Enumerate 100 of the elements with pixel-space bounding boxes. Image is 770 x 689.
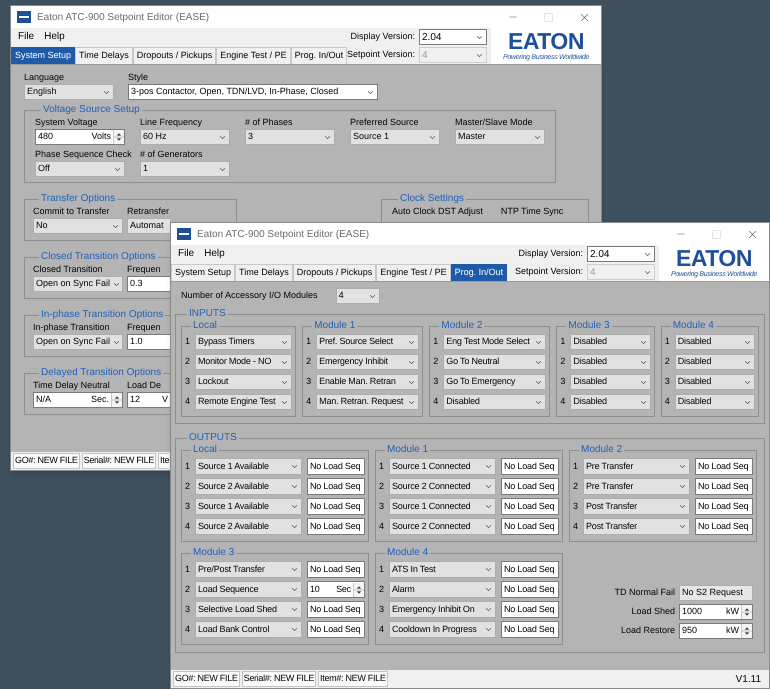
tab[interactable]: Dropouts / Pickups — [132, 47, 216, 64]
dropdown[interactable]: Pre Transfer — [583, 478, 690, 495]
text-field[interactable]: No Load Seq — [501, 561, 559, 578]
dropdown[interactable]: 2.04 — [419, 29, 487, 45]
text-field[interactable]: No Load Seq — [501, 601, 559, 618]
text-field[interactable]: No Load Seq — [307, 498, 365, 515]
dropdown[interactable]: Enable Man. Retran — [316, 374, 420, 390]
dropdown[interactable]: Master — [455, 129, 545, 145]
dropdown[interactable]: Source 2 Available — [195, 478, 302, 495]
spin-field[interactable]: 12 V — [127, 392, 170, 408]
tab[interactable]: System Setup — [11, 47, 76, 64]
tab[interactable]: Dropouts / Pickups — [292, 264, 376, 281]
dropdown[interactable]: Off — [35, 161, 125, 177]
menu-item[interactable]: Help — [41, 29, 68, 44]
spinner-arrows-icon[interactable] — [111, 393, 122, 407]
dropdown[interactable]: 2.04 — [587, 246, 655, 262]
text-field[interactable]: No Load Seq — [307, 478, 365, 495]
dropdown[interactable]: Disabled — [674, 354, 756, 370]
spinner-arrows-icon[interactable] — [741, 624, 752, 638]
spin-field[interactable]: 1000 kW — [679, 604, 753, 620]
tab[interactable]: Engine Test / PE — [376, 264, 451, 281]
tab[interactable]: Prog. In/Out — [450, 264, 508, 281]
text-field[interactable]: No Load Seq — [501, 498, 559, 515]
dropdown[interactable]: 1 — [140, 161, 230, 177]
text-field[interactable]: 1.0 — [127, 334, 170, 350]
dropdown[interactable]: Lockout — [195, 374, 292, 390]
text-field[interactable]: 0.3 — [127, 276, 170, 292]
dropdown[interactable]: Load Sequence — [195, 581, 302, 598]
text-field[interactable]: No Load Seq — [307, 601, 365, 618]
dropdown[interactable]: Bypass Timers — [195, 334, 292, 350]
dropdown[interactable]: Pre/Post Transfer — [195, 561, 302, 578]
dropdown[interactable]: Automat — [127, 218, 170, 234]
dropdown[interactable]: Disabled — [674, 374, 756, 390]
dropdown[interactable]: Source 2 Available — [195, 518, 302, 535]
dropdown[interactable]: Open on Sync Fail — [33, 334, 123, 350]
dropdown[interactable]: 3-pos Contactor, Open, TDN/LVD, In-Phase, Closed — [128, 84, 378, 100]
text-field[interactable]: No Load Seq — [501, 458, 559, 475]
dropdown[interactable]: Selective Load Shed — [195, 601, 302, 618]
tab[interactable]: System Setup — [171, 264, 236, 281]
dropdown[interactable]: Pre Transfer — [583, 458, 690, 475]
dropdown[interactable]: Go To Emergency — [443, 374, 546, 390]
tab[interactable]: Engine Test / PE — [216, 47, 291, 64]
dropdown[interactable]: ATS In Test — [389, 561, 496, 578]
dropdown[interactable]: Emergency Inhibit — [316, 354, 420, 370]
text-field[interactable]: No Load Seq — [307, 621, 365, 638]
text-field[interactable]: No Load Seq — [307, 518, 365, 535]
dropdown[interactable]: Eng Test Mode Select — [443, 334, 546, 350]
spin-field[interactable]: 950 kW — [679, 623, 753, 639]
dropdown[interactable]: Source 1 Connected — [389, 498, 496, 515]
dropdown[interactable]: Remote Engine Test — [195, 394, 292, 410]
dropdown[interactable]: Source 2 Connected — [389, 478, 496, 495]
dropdown[interactable]: Disabled — [674, 334, 756, 350]
spinner-arrows-icon[interactable] — [353, 582, 364, 596]
text-field[interactable]: No Load Seq — [695, 478, 753, 495]
text-field[interactable]: No Load Seq — [501, 478, 559, 495]
tab[interactable]: Time Delays — [235, 264, 293, 281]
dropdown[interactable]: Disabled — [570, 394, 651, 410]
dropdown[interactable]: Post Transfer — [583, 518, 690, 535]
menu-item[interactable]: File — [15, 29, 38, 44]
spin-field[interactable]: 10 Sec — [307, 581, 365, 598]
dropdown[interactable]: English — [24, 84, 114, 100]
dropdown[interactable]: 3 — [245, 129, 335, 145]
dropdown[interactable]: 4 — [336, 288, 380, 304]
dropdown[interactable]: Emergency Inhibit On — [389, 601, 496, 618]
text-field[interactable]: No Load Seq — [307, 458, 365, 475]
text-field[interactable]: No Load Seq — [307, 561, 365, 578]
dropdown[interactable]: Cooldown In Progress — [389, 621, 496, 638]
menu-item[interactable]: Help — [201, 246, 228, 261]
dropdown[interactable]: Alarm — [389, 581, 496, 598]
dropdown[interactable]: Disabled — [570, 334, 651, 350]
text-field[interactable]: No Load Seq — [695, 458, 753, 475]
dropdown[interactable]: Source 1 Available — [195, 458, 302, 475]
dropdown[interactable]: Source 1 Available — [195, 498, 302, 515]
text-field[interactable]: No S2 Request — [679, 585, 753, 601]
dropdown[interactable]: Post Transfer — [583, 498, 690, 515]
text-field[interactable]: No Load Seq — [501, 581, 559, 598]
dropdown[interactable]: Disabled — [443, 394, 546, 410]
dropdown[interactable]: Disabled — [570, 354, 651, 370]
dropdown[interactable]: Disabled — [570, 374, 651, 390]
spin-field[interactable]: 480 Volts — [35, 129, 125, 145]
tab[interactable]: Time Delays — [75, 47, 133, 64]
dropdown[interactable]: Source 2 Connected — [389, 518, 496, 535]
spinner-arrows-icon[interactable] — [113, 130, 124, 144]
spinner-arrows-icon[interactable] — [741, 605, 752, 619]
menu-item[interactable]: File — [175, 246, 198, 261]
dropdown[interactable]: Monitor Mode - NO — [195, 354, 292, 370]
tab[interactable]: Prog. In/Out — [290, 47, 348, 64]
dropdown[interactable]: Source 1 — [350, 129, 440, 145]
dropdown[interactable]: Go To Neutral — [443, 354, 546, 370]
dropdown[interactable]: 60 Hz — [140, 129, 230, 145]
dropdown[interactable]: Open on Sync Fail — [33, 276, 123, 292]
text-field[interactable]: No Load Seq — [501, 518, 559, 535]
dropdown[interactable]: No — [33, 218, 123, 234]
dropdown[interactable]: Pref. Source Select — [316, 334, 420, 350]
dropdown[interactable]: Source 1 Connected — [389, 458, 496, 475]
text-field[interactable]: No Load Seq — [695, 518, 753, 535]
dropdown[interactable]: Disabled — [674, 394, 756, 410]
dropdown[interactable]: Load Bank Control — [195, 621, 302, 638]
dropdown[interactable]: Man. Retran. Request — [316, 394, 420, 410]
text-field[interactable]: No Load Seq — [695, 498, 753, 515]
